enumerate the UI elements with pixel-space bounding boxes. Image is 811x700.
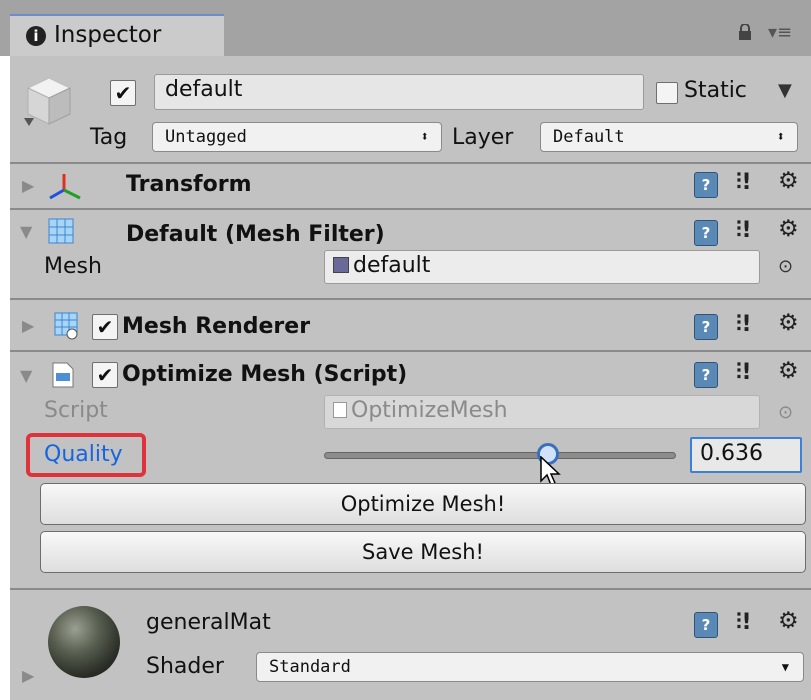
csharp-script-icon — [52, 362, 76, 388]
static-checkbox[interactable] — [656, 82, 678, 104]
gameobject-name-field[interactable]: default — [154, 74, 644, 110]
presets-icon[interactable]: ⫶! — [736, 218, 752, 243]
save-mesh-button[interactable]: Save Mesh! — [40, 531, 806, 573]
divider — [10, 588, 811, 590]
presets-icon[interactable]: ⫶! — [736, 360, 752, 385]
layer-label: Layer — [452, 125, 514, 150]
gear-icon[interactable]: ⚙ — [778, 608, 799, 634]
foldout-arrow-icon[interactable]: ▼ — [20, 222, 32, 241]
material-name: generalMat — [146, 610, 271, 635]
shader-dropdown[interactable]: Standard ▼ — [256, 652, 804, 682]
script-asset-icon — [333, 402, 347, 418]
mesh-label: Mesh — [44, 254, 102, 279]
mesh-field[interactable]: default — [324, 250, 760, 284]
quality-value: 0.636 — [700, 441, 763, 466]
dropdown-arrows-icon: ⬍ — [776, 129, 785, 145]
quality-label: Quality — [44, 442, 123, 467]
mesh-value: default — [353, 253, 431, 278]
quality-slider-track — [324, 452, 676, 459]
mesh-renderer-enabled-checkbox[interactable]: ✔ — [92, 314, 118, 340]
inspector-tab[interactable]: i Inspector — [10, 14, 224, 56]
info-icon: i — [26, 26, 46, 46]
help-icon[interactable] — [694, 612, 718, 638]
script-value: OptimizeMesh — [351, 398, 508, 423]
divider — [10, 350, 811, 352]
presets-icon[interactable]: ⫶! — [736, 312, 752, 337]
divider — [10, 298, 811, 300]
script-field: OptimizeMesh — [324, 395, 760, 429]
gameobject-cube-icon — [24, 74, 74, 134]
mesh-renderer-title[interactable]: Mesh Renderer — [122, 312, 310, 342]
static-label: Static — [684, 78, 747, 103]
mesh-filter-title[interactable]: Default (Mesh Filter) — [126, 220, 385, 250]
help-icon[interactable] — [694, 220, 718, 246]
gameobject-name: default — [165, 77, 243, 102]
tag-label: Tag — [90, 125, 128, 150]
foldout-arrow-icon[interactable]: ▼ — [20, 366, 32, 385]
help-icon[interactable] — [694, 314, 718, 340]
shader-value: Standard — [269, 657, 351, 677]
help-icon[interactable] — [694, 362, 718, 388]
transform-title[interactable]: Transform — [126, 170, 252, 200]
shader-label: Shader — [146, 654, 224, 679]
optimize-mesh-enabled-checkbox[interactable]: ✔ — [92, 362, 118, 388]
transform-axes-icon — [46, 170, 86, 206]
tab-title: Inspector — [54, 22, 162, 48]
object-picker-icon[interactable]: ⊙ — [778, 256, 793, 277]
layer-dropdown[interactable]: Default ⬍ — [540, 122, 798, 152]
foldout-arrow-icon[interactable]: ▶ — [22, 316, 34, 335]
gear-icon[interactable]: ⚙ — [778, 310, 799, 336]
optimize-mesh-button[interactable]: Optimize Mesh! — [40, 483, 806, 525]
chevron-down-icon: ▼ — [781, 660, 789, 674]
gameobject-active-checkbox[interactable]: ✔ — [110, 80, 136, 106]
foldout-arrow-icon[interactable]: ▶ — [22, 176, 34, 195]
gear-icon[interactable]: ⚙ — [778, 168, 799, 194]
layer-value: Default — [553, 127, 625, 147]
mesh-asset-icon — [333, 257, 349, 273]
tag-dropdown[interactable]: Untagged ⬍ — [152, 122, 442, 152]
tag-value: Untagged — [165, 127, 247, 147]
quality-slider[interactable] — [324, 443, 676, 465]
gear-icon[interactable]: ⚙ — [778, 216, 799, 242]
object-picker-icon: ⊙ — [778, 402, 794, 423]
quality-value-field[interactable]: 0.636 — [690, 437, 802, 473]
gear-icon[interactable]: ⚙ — [778, 358, 799, 384]
foldout-arrow-icon[interactable]: ▶ — [22, 666, 34, 685]
divider — [10, 162, 811, 164]
panel-menu-icon[interactable]: ▾≡ — [768, 22, 792, 43]
static-dropdown-icon[interactable]: ▼ — [778, 80, 792, 101]
presets-icon[interactable]: ⫶! — [736, 170, 752, 195]
mesh-renderer-icon — [54, 312, 78, 340]
material-sphere-icon — [48, 606, 120, 678]
dropdown-arrows-icon: ⬍ — [420, 129, 429, 145]
mesh-filter-grid-icon — [48, 218, 74, 244]
presets-icon[interactable]: ⫶! — [736, 610, 752, 635]
script-label: Script — [44, 398, 108, 423]
lock-icon[interactable] — [738, 23, 752, 40]
divider — [10, 208, 811, 210]
help-icon[interactable] — [694, 172, 718, 198]
optimize-mesh-title[interactable]: Optimize Mesh (Script) — [122, 360, 407, 390]
